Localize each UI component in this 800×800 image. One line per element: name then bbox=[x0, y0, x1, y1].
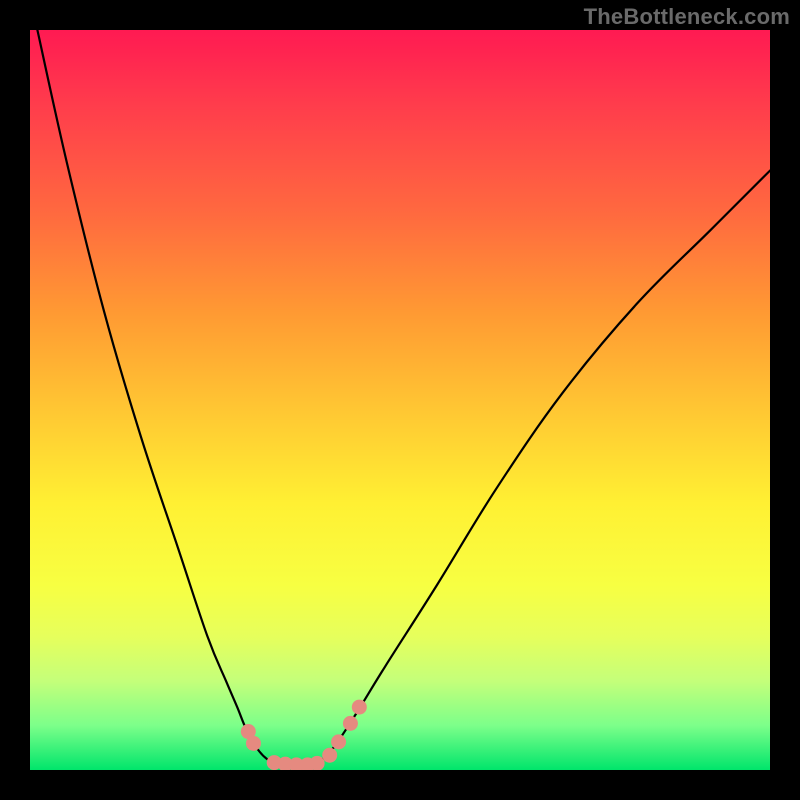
watermark-label: TheBottleneck.com bbox=[584, 4, 790, 30]
bottleneck-curve bbox=[37, 30, 770, 765]
data-marker bbox=[331, 734, 346, 749]
data-marker bbox=[322, 748, 337, 763]
data-marker bbox=[310, 756, 325, 770]
marker-group bbox=[241, 700, 367, 770]
curve-svg bbox=[30, 30, 770, 770]
data-marker bbox=[352, 700, 367, 715]
data-marker bbox=[343, 716, 358, 731]
plot-area bbox=[30, 30, 770, 770]
data-marker bbox=[246, 736, 261, 751]
curve-group bbox=[37, 30, 770, 765]
outer-frame: TheBottleneck.com bbox=[0, 0, 800, 800]
